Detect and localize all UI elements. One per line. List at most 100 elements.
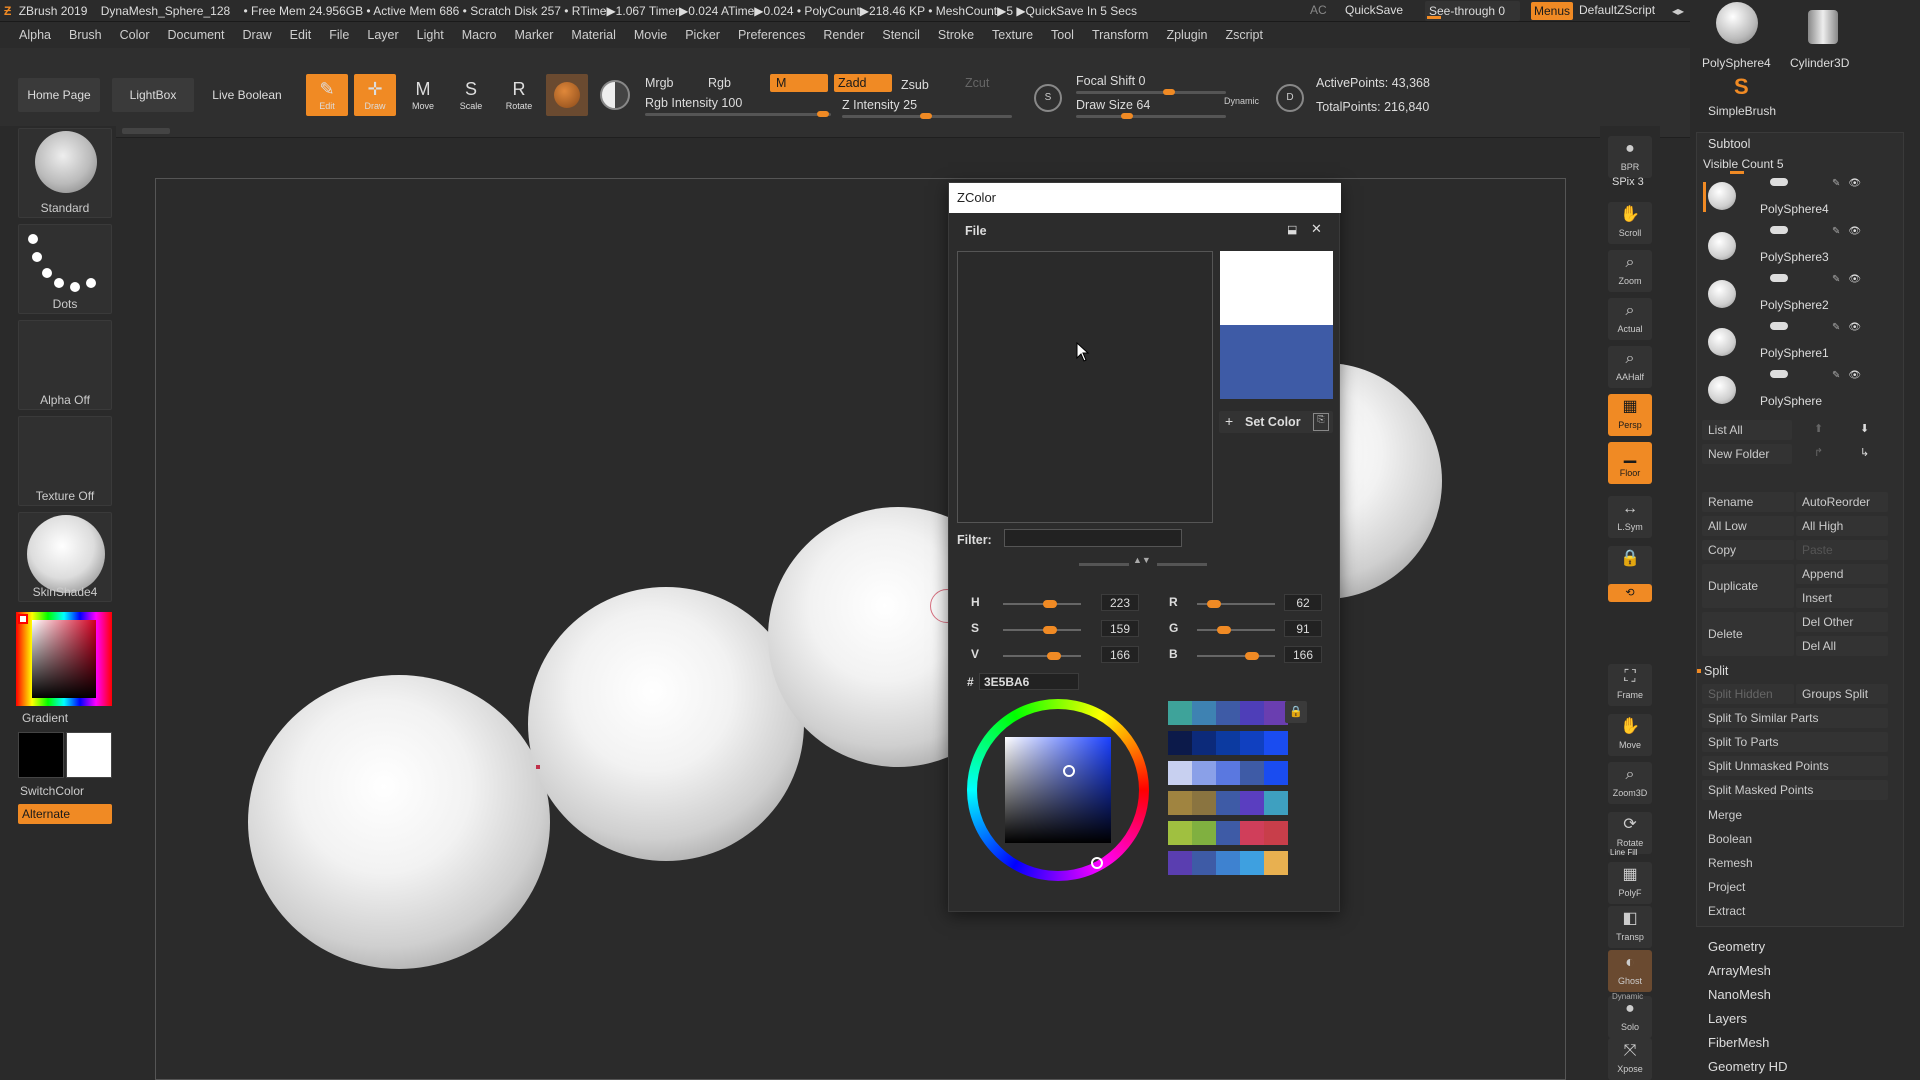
stroke-selector[interactable]: Dots [18, 224, 112, 314]
nanomesh-section[interactable]: NanoMesh [1708, 987, 1771, 1002]
zsub-button[interactable]: Zsub [901, 78, 929, 92]
blue-value[interactable]: 166 [1284, 646, 1322, 663]
alternate-button[interactable]: Alternate [18, 804, 112, 824]
right-shelf-transp-button[interactable]: ◧ Transp [1608, 906, 1652, 948]
focal-shift-slider[interactable]: Focal Shift 0 [1076, 74, 1226, 95]
eye-icon[interactable]: 👁 [1848, 322, 1861, 333]
spix-slider[interactable]: SPix 3 [1612, 176, 1644, 188]
hue-slider[interactable] [1003, 600, 1081, 608]
gradient-label[interactable]: Gradient [22, 711, 68, 725]
subtool-item[interactable]: ✎ 👁 PolySphere [1708, 360, 1884, 408]
arrow-up-icon[interactable]: ⬆ [1814, 422, 1823, 435]
palette-swatch[interactable] [1192, 821, 1216, 845]
del-all-button[interactable]: Del All [1796, 636, 1888, 656]
split-similar-parts-button[interactable]: Split To Similar Parts [1702, 708, 1888, 728]
texture-selector[interactable]: Texture Off [18, 416, 112, 506]
palette-swatch[interactable] [1168, 731, 1192, 755]
folder-down-icon[interactable]: ↳ [1860, 446, 1869, 459]
right-shelf-ghost-button[interactable]: ◐ Ghost [1608, 950, 1652, 992]
split-hidden-button[interactable]: Split Hidden [1702, 684, 1794, 704]
palette-swatch[interactable] [1192, 701, 1216, 725]
paste-button[interactable]: Paste [1796, 540, 1888, 560]
palette-swatch[interactable] [1168, 761, 1192, 785]
subtool-visibility-controls[interactable]: ✎ 👁 [1760, 178, 1884, 190]
subtool-item[interactable]: ✎ 👁 PolySphere1 [1708, 312, 1884, 360]
default-zscript-button[interactable]: DefaultZScript [1579, 3, 1655, 17]
subtool-visibility-controls[interactable]: ✎ 👁 [1760, 322, 1884, 334]
right-shelf-scroll-button[interactable]: ✋ Scroll [1608, 202, 1652, 244]
menu-layer[interactable]: Layer [358, 22, 407, 48]
edit-tool-button[interactable]: ✎ Edit [306, 74, 348, 116]
tool-thumb-cylinder3d[interactable]: Cylinder3D [1790, 0, 1870, 72]
menu-light[interactable]: Light [408, 22, 453, 48]
palette-swatch[interactable] [1264, 851, 1288, 875]
brush-selector[interactable]: Standard [18, 128, 112, 218]
subtool-visibility-controls[interactable]: ✎ 👁 [1760, 370, 1884, 382]
palette-swatch[interactable] [1192, 731, 1216, 755]
folder-up-icon[interactable]: ↱ [1814, 446, 1823, 459]
dynamic-toggle[interactable]: Dynamic [1224, 96, 1259, 106]
rgb-intensity-slider[interactable]: Rgb Intensity 100 [645, 96, 831, 117]
menu-texture[interactable]: Texture [983, 22, 1042, 48]
right-shelf-zoom-button[interactable]: ⌕ Zoom [1608, 250, 1652, 292]
palette-swatch[interactable] [1216, 761, 1240, 785]
layout-icon[interactable]: ◂▸ [1672, 4, 1684, 18]
palette-swatch[interactable] [1168, 821, 1192, 845]
palette-swatch[interactable] [1168, 701, 1192, 725]
toggle-icon[interactable] [1770, 226, 1788, 234]
geometry-hd-section[interactable]: Geometry HD [1708, 1059, 1787, 1074]
right-shelf-xyz-button[interactable]: ⟲ [1608, 584, 1652, 602]
set-color-button[interactable]: + Set Color ⎘ [1219, 411, 1333, 433]
color-picker[interactable] [16, 612, 112, 706]
menu-brush[interactable]: Brush [60, 22, 111, 48]
palette-swatch[interactable] [1192, 851, 1216, 875]
palette-swatch[interactable] [1168, 791, 1192, 815]
document-scroll-indicator[interactable] [122, 128, 170, 134]
red-slider[interactable] [1197, 600, 1275, 608]
filter-input[interactable] [1004, 529, 1182, 547]
menu-document[interactable]: Document [159, 22, 234, 48]
val-slider[interactable] [1003, 652, 1081, 660]
color-wheel[interactable] [967, 699, 1149, 881]
copy-button[interactable]: Copy [1702, 540, 1794, 560]
scale-tool-button[interactable]: S Scale [450, 74, 492, 116]
brush-icon[interactable]: ✎ [1832, 178, 1840, 189]
split-to-parts-button[interactable]: Split To Parts [1702, 732, 1888, 752]
collapse-handle[interactable]: ▲▼ [1079, 555, 1207, 567]
geometry-section[interactable]: Geometry [1708, 939, 1765, 954]
palette-swatch[interactable] [1192, 791, 1216, 815]
dynamic-size-icon[interactable]: D [1276, 84, 1304, 112]
palette-swatch[interactable] [1216, 821, 1240, 845]
menu-draw[interactable]: Draw [234, 22, 281, 48]
material-selector[interactable]: SkinShade4 [18, 512, 112, 602]
green-slider[interactable] [1197, 626, 1275, 634]
right-shelf-move-button[interactable]: ✋ Move [1608, 714, 1652, 756]
menu-zscript[interactable]: Zscript [1216, 22, 1272, 48]
lazy-mouse-icon[interactable]: S [1034, 84, 1062, 112]
palette-swatch[interactable] [1264, 791, 1288, 815]
primary-color-swatch[interactable] [66, 732, 112, 778]
right-shelf-persp-button[interactable]: ▦ Persp [1608, 394, 1652, 436]
red-value[interactable]: 62 [1284, 594, 1322, 611]
rgb-button[interactable]: Rgb [708, 76, 731, 90]
palette-swatch[interactable] [1240, 731, 1264, 755]
zcut-button[interactable]: Zcut [965, 76, 989, 90]
layers-section[interactable]: Layers [1708, 1011, 1747, 1026]
toggle-icon[interactable] [1770, 370, 1788, 378]
move-tool-button[interactable]: M Move [402, 74, 444, 116]
menus-toggle[interactable]: Menus [1531, 2, 1573, 20]
subtool-visibility-controls[interactable]: ✎ 👁 [1760, 274, 1884, 286]
new-folder-button[interactable]: New Folder [1702, 444, 1792, 464]
right-shelf-l-sym-button[interactable]: ↔ L.Sym [1608, 496, 1652, 538]
palette-swatch[interactable] [1240, 761, 1264, 785]
menu-preferences[interactable]: Preferences [729, 22, 814, 48]
palette-swatch[interactable] [1240, 701, 1264, 725]
copy-color-icon[interactable]: ⎘ [1313, 413, 1329, 431]
menu-transform[interactable]: Transform [1083, 22, 1158, 48]
right-shelf-frame-button[interactable]: ⛶ Frame [1608, 664, 1652, 706]
extract-section[interactable]: Extract [1702, 901, 1888, 921]
switch-color-button[interactable]: SwitchColor [20, 784, 84, 798]
palette-swatch[interactable] [1264, 761, 1288, 785]
palette-swatch[interactable] [1216, 701, 1240, 725]
palette-swatch[interactable] [1264, 821, 1288, 845]
